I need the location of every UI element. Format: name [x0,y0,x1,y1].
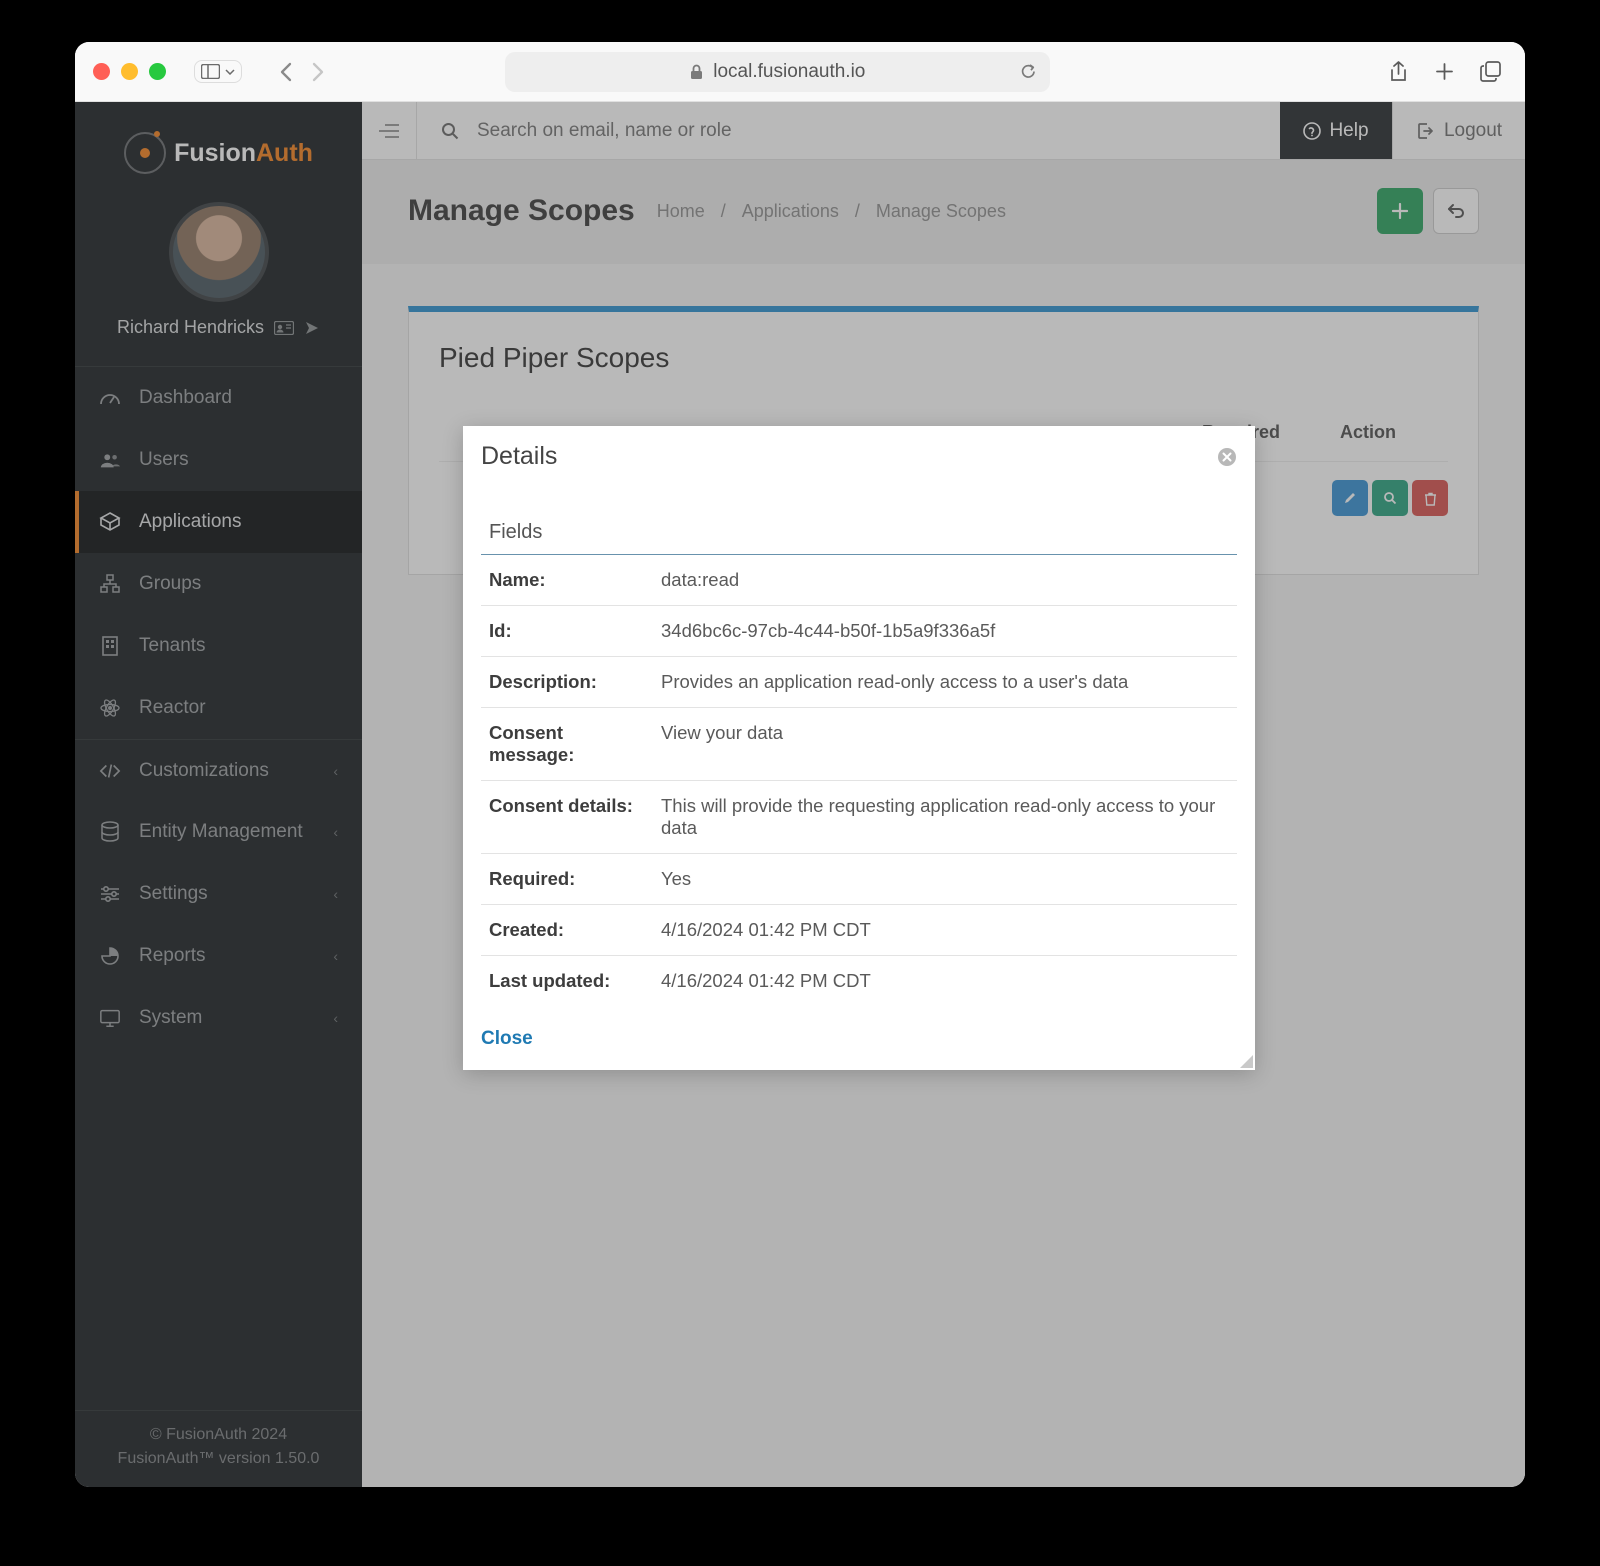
field-row-consent-message: Consent message: View your data [481,708,1237,781]
resize-handle[interactable] [1239,1054,1253,1068]
browser-newtab[interactable] [1429,56,1461,88]
field-row-created: Created: 4/16/2024 01:42 PM CDT [481,905,1237,956]
close-icon [1217,447,1237,467]
fields-heading: Fields [481,521,1237,554]
browser-back[interactable] [270,56,302,88]
browser-sidebar-btn[interactable] [194,60,242,83]
browser-tabs[interactable] [1475,56,1507,88]
field-row-description: Description: Provides an application rea… [481,657,1237,708]
browser-url: local.fusionauth.io [713,61,865,83]
browser-reload[interactable] [1019,62,1038,81]
field-row-name: Name: data:read [481,555,1237,606]
browser-url-bar[interactable]: local.fusionauth.io [505,52,1050,92]
field-row-last-updated: Last updated: 4/16/2024 01:42 PM CDT [481,956,1237,1007]
window-close[interactable] [93,63,110,80]
window-maximize[interactable] [149,63,166,80]
lock-icon [690,64,703,80]
browser-forward[interactable] [302,56,334,88]
window-minimize[interactable] [121,63,138,80]
field-row-id: Id: 34d6bc6c-97cb-4c44-b50f-1b5a9f336a5f [481,606,1237,657]
window-traffic-lights[interactable] [93,63,166,80]
field-row-required: Required: Yes [481,854,1237,905]
modal-close-x[interactable] [1217,447,1237,467]
modal-title: Details [481,442,557,471]
field-row-consent-details: Consent details: This will provide the r… [481,781,1237,854]
modal-close-link[interactable]: Close [481,1028,533,1049]
browser-share[interactable] [1383,56,1415,88]
details-modal: Details Fields Name: data:read Id: 34d6b… [463,426,1255,1070]
